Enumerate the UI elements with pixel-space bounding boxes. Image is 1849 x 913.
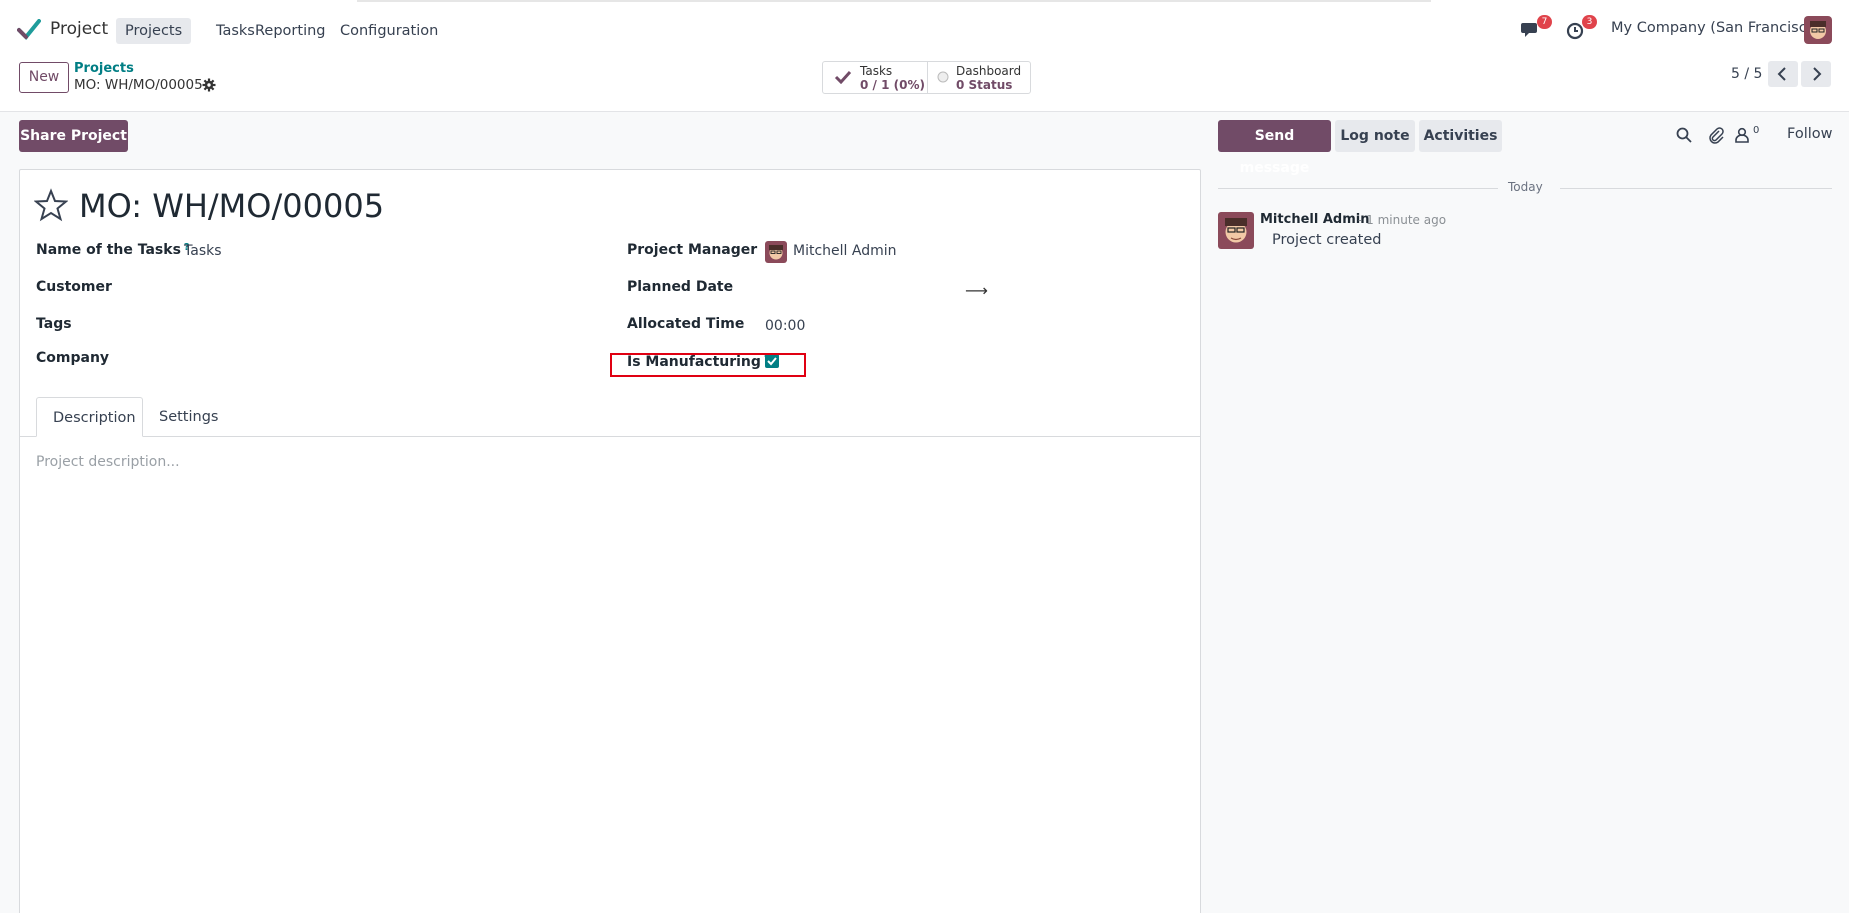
breadcrumb-current: MO: WH/MO/00005 xyxy=(74,77,203,93)
followers-user-icon[interactable] xyxy=(1733,126,1751,144)
activities-button[interactable]: Activities xyxy=(1419,120,1502,152)
tab-settings[interactable]: Settings xyxy=(143,397,234,437)
company-label: Company xyxy=(36,350,110,366)
planned-date-label: Planned Date xyxy=(627,279,734,295)
planned-date-start-input[interactable] xyxy=(765,276,955,300)
message-author[interactable]: Mitchell Admin xyxy=(1260,212,1369,227)
user-avatar[interactable] xyxy=(1804,16,1832,44)
project-manager-label: Project Manager xyxy=(627,242,758,258)
nav-reporting[interactable]: Reporting xyxy=(246,18,335,44)
arrow-right-icon: ⟶ xyxy=(965,281,988,300)
breadcrumb-projects[interactable]: Projects xyxy=(74,61,134,76)
activities-clock-icon[interactable]: 3 xyxy=(1565,15,1597,41)
allocated-time-label: Allocated Time xyxy=(627,316,745,332)
app-name[interactable]: Project xyxy=(50,19,108,39)
message-author-avatar[interactable] xyxy=(1218,212,1254,249)
dashboard-smart-label: Dashboard xyxy=(956,64,1022,78)
send-message-button[interactable]: Send message xyxy=(1218,120,1331,176)
planned-date-end-input[interactable] xyxy=(990,276,1180,300)
status-circle-icon xyxy=(937,71,949,83)
dashboard-smart-button[interactable]: Dashboard 0 Status xyxy=(928,62,1030,93)
description-editor[interactable]: Project description... xyxy=(36,454,180,470)
tab-description[interactable]: Description xyxy=(36,397,143,437)
customer-input[interactable] xyxy=(184,276,604,300)
paperclip-icon[interactable] xyxy=(1707,126,1725,144)
search-icon[interactable] xyxy=(1675,126,1693,144)
new-button[interactable]: New xyxy=(19,62,69,93)
separator-line-right xyxy=(1560,188,1832,189)
followers-count: 0 xyxy=(1753,125,1760,136)
tasks-name-label: Name of the Tasks? xyxy=(36,242,190,258)
separator-line-left xyxy=(1218,188,1498,189)
tasks-smart-label: Tasks xyxy=(860,64,893,78)
project-app-icon[interactable] xyxy=(17,19,41,41)
top-strip xyxy=(357,0,1431,2)
star-icon[interactable] xyxy=(34,188,68,222)
project-manager-value[interactable]: Mitchell Admin xyxy=(793,243,897,259)
gear-icon[interactable] xyxy=(202,78,216,92)
tasks-name-value[interactable]: Tasks xyxy=(184,243,222,259)
highlight-box xyxy=(610,353,806,377)
tags-label: Tags xyxy=(36,316,72,332)
tasks-smart-button[interactable]: Tasks 0 / 1 (0%) xyxy=(823,62,927,93)
tasks-smart-value: 0 / 1 (0%) xyxy=(860,78,925,92)
messages-badge: 7 xyxy=(1537,15,1552,29)
chevron-right-icon xyxy=(1813,67,1822,81)
check-icon xyxy=(834,70,852,84)
activities-badge: 3 xyxy=(1582,15,1597,29)
follow-button[interactable]: Follow xyxy=(1787,126,1832,142)
date-separator: Today xyxy=(1508,180,1543,194)
pager-value[interactable]: 5 / 5 xyxy=(1731,66,1762,82)
company-input[interactable] xyxy=(184,346,604,370)
tags-input[interactable] xyxy=(184,312,604,336)
manager-avatar xyxy=(765,241,787,263)
message-body: Project created xyxy=(1272,232,1382,248)
pager-previous-button[interactable] xyxy=(1768,61,1798,87)
smart-buttons: Tasks 0 / 1 (0%) Dashboard 0 Status xyxy=(822,61,1031,94)
log-note-button[interactable]: Log note xyxy=(1335,120,1415,152)
share-project-button[interactable]: Share Project xyxy=(19,120,128,152)
project-title[interactable]: MO: WH/MO/00005 xyxy=(79,187,384,225)
dashboard-smart-value: 0 Status xyxy=(956,78,1013,92)
nav-configuration[interactable]: Configuration xyxy=(331,18,447,44)
nav-projects[interactable]: Projects xyxy=(116,18,192,44)
tasks-name-label-text: Name of the Tasks xyxy=(36,242,181,258)
customer-label: Customer xyxy=(36,279,112,295)
pager-next-button[interactable] xyxy=(1801,61,1831,87)
chevron-left-icon xyxy=(1777,67,1786,81)
company-switcher[interactable]: My Company (San Francisco) xyxy=(1611,20,1821,36)
message-time: - 1 minute ago xyxy=(1358,213,1447,227)
allocated-time-value[interactable]: 00:00 xyxy=(765,318,805,334)
messages-icon[interactable]: 7 xyxy=(1520,15,1552,41)
